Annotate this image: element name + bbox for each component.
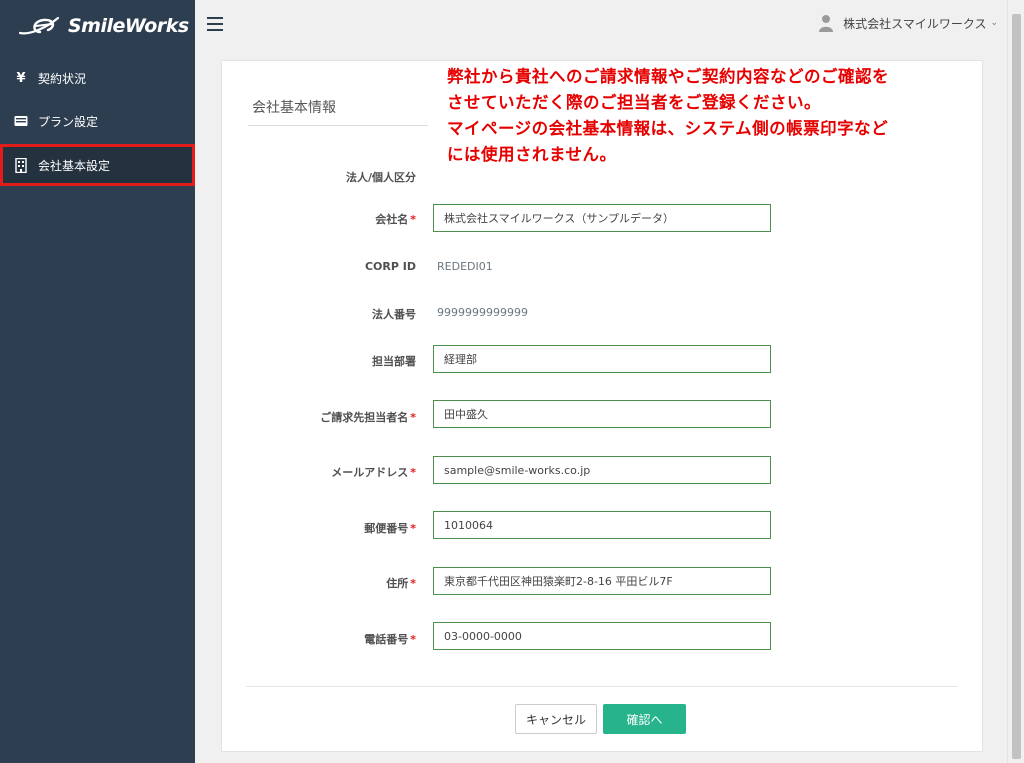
- user-name: 株式会社スマイルワークス: [843, 16, 987, 31]
- annotation-notice: 弊社から貴社へのご請求情報やご契約内容などのご確認を させていただく際のご担当者…: [447, 64, 1007, 168]
- sidebar-item-label: 契約状況: [38, 71, 87, 86]
- billing-contact-label: ご請求先担当者名 *: [320, 411, 416, 424]
- brand-logo[interactable]: SmileWorks: [0, 0, 195, 52]
- postal-code-label: 郵便番号 *: [364, 522, 416, 535]
- sidebar-item-company-settings[interactable]: 会社基本設定: [0, 144, 195, 186]
- department-label: 担当部署: [372, 355, 416, 368]
- address-label: 住所 *: [386, 577, 416, 590]
- chevron-down-icon: ⌄: [990, 18, 998, 28]
- sidebar-item-contract-status[interactable]: ¥ 契約状況: [0, 60, 195, 96]
- brand-name: SmileWorks: [68, 15, 189, 37]
- notice-line: させていただく際のご担当者をご登録ください。: [447, 93, 821, 112]
- smileworks-logo-icon: [18, 16, 60, 35]
- phone-label: 電話番号 *: [364, 633, 416, 646]
- top-bar: 株式会社スマイルワークス ⌄: [195, 0, 1024, 50]
- email-input[interactable]: [433, 456, 771, 484]
- corp-type-label: 法人/個人区分: [345, 171, 416, 184]
- user-menu[interactable]: 株式会社スマイルワークス ⌄: [819, 14, 998, 32]
- section-title: 会社基本情報: [252, 100, 336, 116]
- title-underline: [248, 125, 428, 126]
- cancel-button[interactable]: キャンセル: [515, 704, 597, 734]
- corp-id-value: REDEDI01: [437, 260, 493, 273]
- sidebar: SmileWorks ¥ 契約状況 プラン設定 会社基本設定: [0, 0, 195, 763]
- address-input[interactable]: [433, 567, 771, 595]
- corp-id-label: CORP ID: [364, 260, 416, 273]
- phone-input[interactable]: [433, 622, 771, 650]
- building-icon: [14, 157, 28, 173]
- email-label: メールアドレス *: [331, 466, 416, 479]
- billing-contact-input[interactable]: [433, 400, 771, 428]
- corp-number-value: 9999999999999: [437, 306, 528, 319]
- department-input[interactable]: [433, 345, 771, 373]
- notice-line: マイページの会社基本情報は、システム側の帳票印字など: [447, 119, 889, 138]
- sidebar-item-label: プラン設定: [38, 114, 99, 129]
- sidebar-item-label: 会社基本設定: [38, 158, 111, 173]
- postal-code-input[interactable]: [433, 511, 771, 539]
- card-icon: [14, 114, 28, 128]
- user-avatar-icon: [819, 15, 834, 32]
- yen-icon: ¥: [16, 70, 26, 86]
- notice-line: には使用されません。: [447, 145, 617, 164]
- form-divider: [246, 686, 958, 687]
- sidebar-item-plan-settings[interactable]: プラン設定: [0, 103, 195, 139]
- corp-number-label: 法人番号: [372, 308, 416, 321]
- company-name-label: 会社名 *: [375, 213, 416, 226]
- confirm-button[interactable]: 確認へ: [603, 704, 686, 734]
- scrollbar[interactable]: [1007, 0, 1024, 763]
- menu-toggle-icon[interactable]: [207, 17, 223, 31]
- scrollbar-thumb[interactable]: [1012, 14, 1021, 759]
- company-name-input[interactable]: [433, 204, 771, 232]
- notice-line: 弊社から貴社へのご請求情報やご契約内容などのご確認を: [447, 67, 889, 86]
